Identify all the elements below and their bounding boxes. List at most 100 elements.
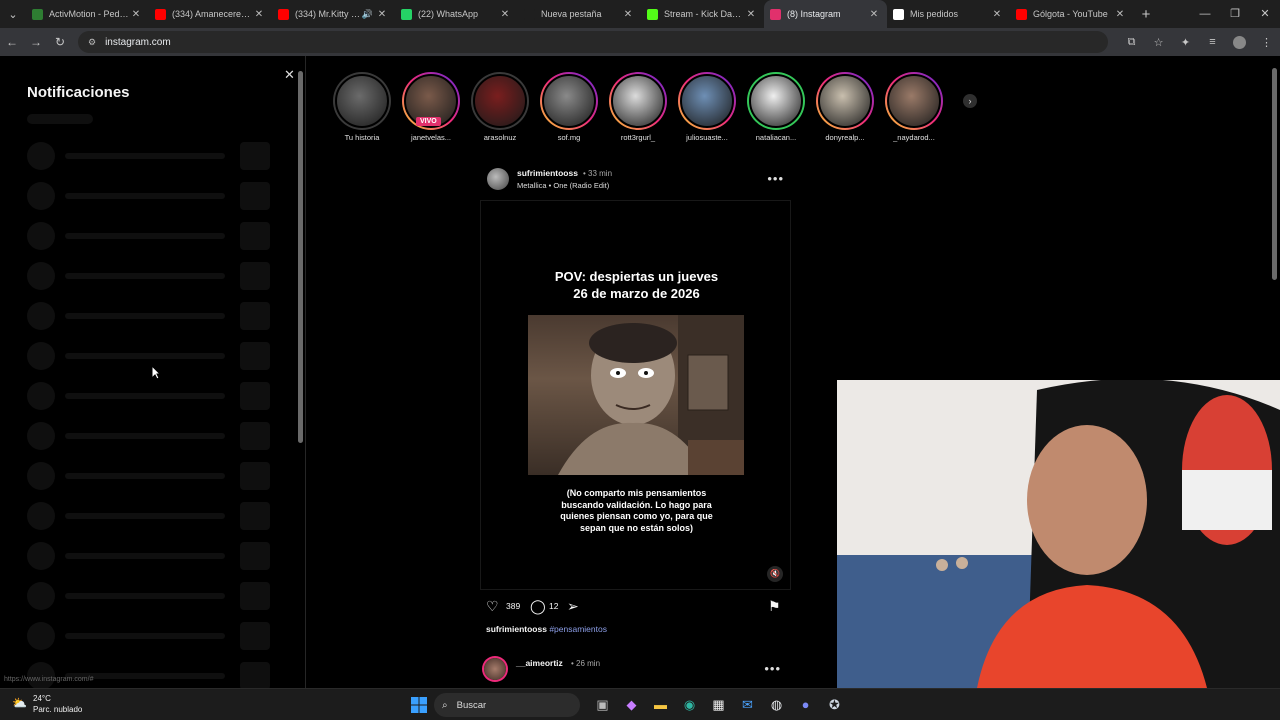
close-tab-icon[interactable]: ✕ [744,9,758,20]
avatar [611,74,665,128]
more-options-icon[interactable]: ••• [764,661,781,676]
browser-tab[interactable]: Stream - Kick Dashboard✕ [641,0,764,28]
browser-tab[interactable]: (8) Instagram ✕ [764,0,887,28]
post-username[interactable]: sufrimientooss [517,168,578,178]
browser-menu-icon[interactable]: ⋮ [1253,36,1280,49]
chrome-icon[interactable]: ◍ [762,695,791,715]
avatar [749,74,803,128]
tab-favicon-icon [893,8,904,20]
skeleton-block [65,353,225,359]
browser-tab[interactable]: Mis pedidos ✕ [887,0,1010,28]
skeleton-block [65,393,225,399]
like-heart-icon[interactable]: ♡ [486,598,499,615]
windows-start-icon[interactable] [411,697,427,713]
share-icon[interactable]: ➢ [567,598,579,615]
browser-tab[interactable]: ActivMotion - Pedidos ✕ [26,0,149,28]
reload-icon[interactable]: ↻ [48,35,72,49]
close-tab-icon[interactable]: ✕ [375,9,389,20]
avatar[interactable] [484,658,506,680]
next-post-header: __aimeortiz • 26 min ••• [484,656,786,682]
story-username: nataliacan... [755,133,797,142]
browser-tab[interactable]: Gólgota - YouTube ✕ [1010,0,1133,28]
story-item[interactable]: juliosuaste... [675,72,739,142]
close-tab-icon[interactable]: ✕ [498,9,512,20]
skeleton-block [240,222,270,250]
post-caption: sufrimientooss #pensamientos [486,624,607,634]
new-tab-button[interactable]: + [1133,6,1159,23]
tab-audio-icon[interactable]: 🔊 [362,9,373,20]
tab-favicon-icon [401,8,412,20]
taskbar-search[interactable]: ⌕ Buscar [434,693,580,717]
avatar[interactable] [487,168,509,190]
panel-scrollbar-thumb[interactable] [298,71,303,443]
steam-icon[interactable]: ✪ [820,695,849,715]
story-item[interactable]: Tu historia [330,72,394,142]
story-item[interactable]: arasolnuz [468,72,532,142]
story-item[interactable]: sof.mg [537,72,601,142]
avatar [335,74,389,128]
story-item[interactable]: VIVO janetvelas... [399,72,463,142]
post-audio[interactable]: Metallica • One (Radio Edit) [517,181,609,190]
restore-icon[interactable]: ❐ [1220,0,1250,28]
muted-speaker-icon[interactable]: 🔇 [767,566,783,582]
webcam-scene [837,380,1280,688]
file-explorer-icon[interactable]: ▬ [646,695,675,715]
caption-username[interactable]: sufrimientooss [486,624,547,634]
install-app-icon[interactable]: ⧉ [1118,36,1145,49]
close-tab-icon[interactable]: ✕ [1113,9,1127,20]
minimize-icon[interactable]: — [1190,0,1220,28]
close-tab-icon[interactable]: ✕ [867,9,881,20]
comment-icon[interactable]: ◯ [530,598,546,615]
story-item[interactable]: rott3rgurl_ [606,72,670,142]
post-username[interactable]: __aimeortiz [516,658,563,668]
more-options-icon[interactable]: ••• [767,171,784,186]
hashtag-link[interactable]: #pensamientos [549,624,607,634]
profile-avatar-icon[interactable] [1233,35,1246,49]
browser-tab[interactable]: Nueva pestaña ✕ [518,0,641,28]
tab-strip: ActivMotion - Pedidos ✕ (334) Amaneceres -… [26,0,1133,28]
stories-next-icon[interactable]: › [963,94,977,108]
story-ring [333,72,391,130]
skeleton-block [27,182,55,210]
browser-tab[interactable]: (22) WhatsApp ✕ [395,0,518,28]
tab-search-icon[interactable]: ⌄ [0,0,26,28]
store-icon[interactable]: ▦ [704,695,733,715]
close-window-icon[interactable]: ✕ [1250,0,1280,28]
post-time: • 33 min [583,169,613,178]
story-item[interactable]: donyrealp... [813,72,877,142]
bookmark-star-icon[interactable]: ☆ [1145,36,1172,49]
discord-icon[interactable]: ● [791,695,820,715]
story-username: arasolnuz [483,133,517,142]
save-bookmark-icon[interactable]: ⚑ [768,598,781,615]
panel-scrollbar[interactable] [297,61,304,681]
post-header: sufrimientooss • 33 min Metallica • One … [487,166,789,192]
url-field[interactable]: ⚙ instagram.com [78,31,1108,53]
mail-icon[interactable]: ✉ [733,695,762,715]
post-time: • 26 min [571,659,601,668]
browser-tab[interactable]: (334) Amaneceres - YouTube✕ [149,0,272,28]
site-info-icon[interactable]: ⚙ [88,37,96,48]
story-ring [678,72,736,130]
close-tab-icon[interactable]: ✕ [990,9,1004,20]
close-tab-icon[interactable]: ✕ [621,9,635,20]
tab-favicon-icon [278,8,289,20]
browser-tab[interactable]: (334) Mr.Kitty - After Dark🔊✕ [272,0,395,28]
back-icon[interactable]: ← [0,35,24,49]
weather-widget[interactable]: ⛅ 24°C Parc. nublado [12,693,82,715]
story-ring [540,72,598,130]
post-media[interactable]: POV: despiertas un jueves 26 de marzo de… [480,200,791,590]
close-tab-icon[interactable]: ✕ [252,9,266,20]
page-scrollbar-thumb[interactable] [1272,68,1277,280]
media-controls-icon[interactable]: ≡ [1199,36,1226,49]
close-icon[interactable]: ✕ [284,67,295,83]
story-item[interactable]: nataliacan... [744,72,808,142]
edge-browser-icon[interactable]: ◉ [675,695,704,715]
task-view-icon[interactable]: ▣ [588,695,617,715]
skeleton-block [240,582,270,610]
forward-icon[interactable]: → [24,35,48,49]
story-item[interactable]: _naydarod... [882,72,946,142]
copilot-icon[interactable]: ◆ [617,695,646,715]
close-tab-icon[interactable]: ✕ [129,9,143,20]
extensions-icon[interactable]: ✦ [1172,36,1199,49]
story-username: janetvelas... [410,133,452,142]
